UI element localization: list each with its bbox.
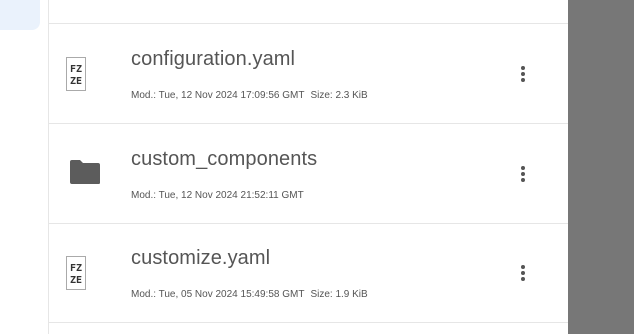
file-meta: Mod.: Tue, 12 Nov 2024 21:52:11 GMT xyxy=(131,190,304,201)
yaml-file-icon: FZ ZE xyxy=(66,256,86,290)
svg-text:FZ: FZ xyxy=(70,263,82,274)
file-name[interactable]: customize.yaml xyxy=(131,247,270,270)
file-modified: Mod.: Tue, 12 Nov 2024 17:09:56 GMT xyxy=(131,90,305,101)
file-row-configuration-yaml[interactable]: FZ ZE configuration.yaml Mod.: Tue, 12 N… xyxy=(49,24,568,124)
file-size: Size: 1.9 KiB xyxy=(310,289,368,300)
sidebar-selected-item[interactable] xyxy=(0,0,40,30)
folder-icon xyxy=(70,160,100,184)
more-options-icon[interactable] xyxy=(511,261,535,285)
yaml-file-icon: FZ ZE xyxy=(66,57,86,91)
svg-text:FZ: FZ xyxy=(70,64,82,75)
more-options-icon[interactable] xyxy=(511,162,535,186)
file-size: Size: 2.3 KiB xyxy=(310,90,368,101)
svg-text:ZE: ZE xyxy=(70,76,82,87)
file-modified: Mod.: Tue, 05 Nov 2024 15:49:58 GMT xyxy=(131,289,305,300)
file-name[interactable]: configuration.yaml xyxy=(131,48,295,71)
modal-backdrop[interactable] xyxy=(568,0,634,334)
svg-text:ZE: ZE xyxy=(70,275,82,286)
more-options-icon[interactable] xyxy=(511,62,535,86)
list-item-partial[interactable] xyxy=(49,0,568,24)
left-sidebar xyxy=(0,0,48,334)
file-row-customize-yaml[interactable]: FZ ZE customize.yaml Mod.: Tue, 05 Nov 2… xyxy=(49,223,568,323)
file-meta: Mod.: Tue, 05 Nov 2024 15:49:58 GMT Size:… xyxy=(131,289,368,300)
file-modified: Mod.: Tue, 12 Nov 2024 21:52:11 GMT xyxy=(131,190,304,201)
file-meta: Mod.: Tue, 12 Nov 2024 17:09:56 GMT Size:… xyxy=(131,90,368,101)
file-row-custom-components[interactable]: custom_components Mod.: Tue, 12 Nov 2024… xyxy=(49,124,568,224)
folder-name[interactable]: custom_components xyxy=(131,148,317,171)
file-list: FZ ZE configuration.yaml Mod.: Tue, 12 N… xyxy=(48,0,568,334)
